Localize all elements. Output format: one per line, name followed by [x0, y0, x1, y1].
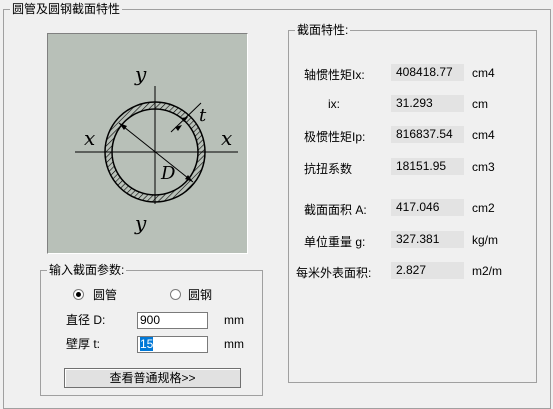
- section-properties-title: 截面特性:: [295, 23, 351, 37]
- prop-value-unit-weight: 327.381: [391, 231, 464, 248]
- prop-unit-torsion-modulus: cm3: [472, 160, 495, 174]
- prop-value-ix-radius: 31.293: [391, 95, 464, 112]
- prop-value-torsion-modulus: 18151.95: [391, 158, 464, 175]
- cross-section-diagram: y y x x t D: [47, 33, 248, 254]
- prop-unit-ix-radius: cm: [472, 97, 488, 111]
- thickness-label: t: [199, 105, 207, 126]
- diameter-input-value: 900: [140, 313, 161, 327]
- thickness-unit: mm: [224, 337, 244, 351]
- diameter-label: D: [160, 163, 176, 184]
- prop-label-surface-area: 每米外表面积:: [296, 266, 372, 280]
- thickness-field-label: 壁厚 t:: [66, 337, 101, 351]
- prop-label-unit-weight: 单位重量 g:: [304, 235, 366, 249]
- prop-label-area: 截面面积 A:: [304, 203, 367, 217]
- main-group-title: 圆管及圆钢截面特性: [10, 2, 123, 16]
- diameter-field-label: 直径 D:: [66, 313, 106, 327]
- thickness-input-value: 15: [140, 337, 154, 351]
- prop-value-ix-moment: 408418.77: [391, 64, 464, 81]
- diameter-input[interactable]: 900: [137, 312, 208, 329]
- pipe-section-drawing: y y x x t D: [75, 62, 238, 235]
- prop-label-polar-moment: 极惯性矩Ip:: [304, 130, 366, 144]
- radio-pipe-label[interactable]: 圆管: [93, 288, 117, 302]
- prop-value-polar-moment: 816837.54: [391, 126, 464, 143]
- view-standard-specs-button[interactable]: 查看普通规格>>: [64, 368, 241, 388]
- prop-unit-polar-moment: cm4: [472, 128, 495, 142]
- y-bottom-label: y: [134, 211, 147, 235]
- prop-value-area: 417.046: [391, 199, 464, 216]
- prop-label-ix-moment: 轴惯性矩Ix:: [304, 68, 365, 82]
- radio-round-bar[interactable]: [170, 289, 181, 300]
- x-right-label: x: [221, 126, 232, 150]
- input-params-title: 输入截面参数:: [47, 263, 127, 277]
- y-top-label: y: [134, 62, 147, 86]
- radio-pipe[interactable]: [73, 289, 84, 300]
- radio-round-bar-label[interactable]: 圆钢: [188, 288, 212, 302]
- prop-unit-surface-area: m2/m: [472, 264, 502, 278]
- prop-unit-unit-weight: kg/m: [472, 233, 499, 247]
- thickness-input[interactable]: 15: [137, 336, 208, 353]
- prop-label-torsion-modulus: 抗扭系数: [304, 162, 353, 176]
- diameter-unit: mm: [224, 313, 244, 327]
- prop-unit-ix-moment: cm4: [472, 66, 495, 80]
- prop-label-ix-radius: ix:: [328, 97, 340, 111]
- x-left-label: x: [84, 126, 95, 150]
- prop-value-surface-area: 2.827: [391, 262, 464, 279]
- prop-unit-area: cm2: [472, 201, 495, 215]
